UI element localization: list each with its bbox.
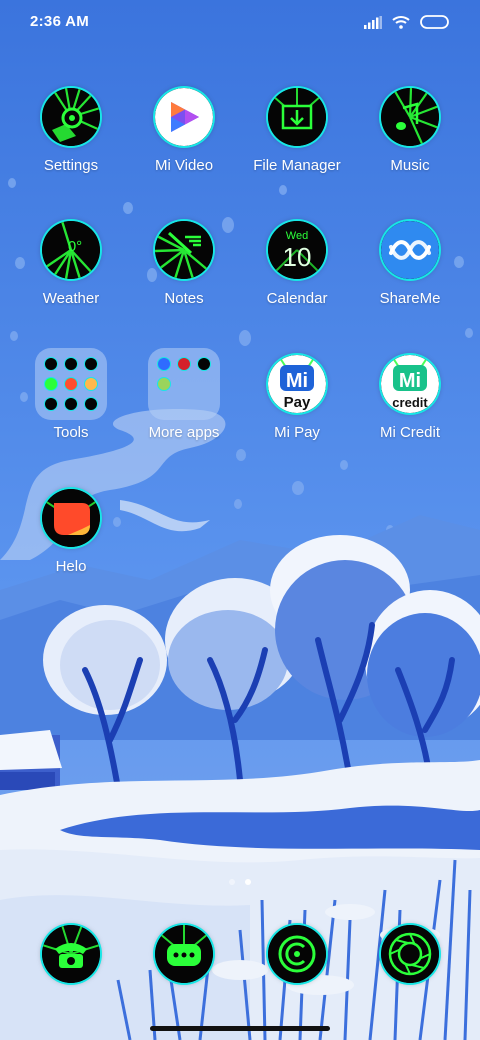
app-helo[interactable]: Helo: [11, 489, 131, 599]
mini-app-icon: [158, 378, 170, 390]
app-music[interactable]: Music: [350, 88, 470, 198]
app-label: Mi Credit: [379, 424, 440, 441]
app-label: Mi Pay: [274, 424, 320, 441]
app-notes[interactable]: Notes: [124, 221, 244, 331]
mini-app-icon: [65, 358, 77, 370]
wifi-icon: [392, 16, 410, 29]
app-label: Mi Video: [154, 157, 214, 174]
mini-app-icon: [178, 358, 190, 370]
battery-icon: [420, 15, 449, 29]
mi-credit-icon: Mi credit: [381, 355, 439, 413]
weather-icon: 0°: [42, 221, 100, 279]
mini-app-icon: [45, 398, 57, 410]
signal-icon: [364, 15, 382, 29]
app-mi-video[interactable]: Mi Video: [124, 88, 244, 198]
app-mi-credit[interactable]: Mi credit Mi Credit: [350, 355, 470, 465]
mini-app-icon: [85, 378, 97, 390]
notes-icon: [155, 221, 213, 279]
app-shareme[interactable]: ShareMe: [350, 221, 470, 331]
folder-icon: [35, 348, 107, 420]
app-calendar[interactable]: Wed 10 Calendar: [237, 221, 357, 331]
app-settings[interactable]: Settings: [11, 88, 131, 198]
mini-app-icon: [158, 358, 170, 370]
app-label: More apps: [148, 424, 220, 441]
calendar-icon: Wed 10: [268, 221, 326, 279]
status-time: 2:36 AM: [30, 13, 90, 30]
mi-pay-mark: Mi: [286, 370, 308, 392]
app-label: Music: [390, 157, 430, 174]
mini-app-icon: [45, 378, 57, 390]
phone-icon: [42, 925, 100, 983]
calendar-day: Wed: [286, 230, 308, 242]
app-label: File Manager: [253, 157, 341, 174]
dock-camera[interactable]: [350, 925, 470, 985]
app-label: ShareMe: [379, 290, 441, 307]
folder-more-apps[interactable]: More apps: [124, 348, 244, 465]
folder-tools[interactable]: Tools: [11, 348, 131, 465]
file-manager-icon: [268, 88, 326, 146]
status-icons: [364, 12, 450, 32]
mini-app-icon: [45, 358, 57, 370]
mini-app-icon: [198, 358, 210, 370]
home-indicator[interactable]: [150, 1026, 330, 1031]
app-label: Helo: [55, 558, 87, 575]
app-label: Calendar: [266, 290, 328, 307]
page-indicator: [0, 877, 480, 887]
helo-icon: [42, 489, 100, 547]
status-bar: 2:36 AM: [0, 0, 480, 44]
folder-icon: [148, 348, 220, 420]
app-label: Tools: [53, 424, 89, 441]
mi-credit-word: credit: [392, 395, 428, 410]
dock-messages[interactable]: [124, 925, 244, 985]
app-label: Settings: [43, 157, 99, 174]
mi-pay-word: Pay: [284, 394, 311, 411]
app-weather[interactable]: 0° Weather: [11, 221, 131, 331]
mini-app-icon: [65, 378, 77, 390]
mini-app-icon: [65, 398, 77, 410]
mi-pay-icon: Mi Pay: [268, 355, 326, 413]
app-label: Weather: [42, 290, 100, 307]
app-mi-pay[interactable]: Mi Pay Mi Pay: [237, 355, 357, 465]
app-label: Notes: [164, 290, 204, 307]
mini-app-icon: [85, 358, 97, 370]
music-icon: [381, 88, 439, 146]
mi-credit-mark: Mi: [399, 370, 421, 392]
dock-phone[interactable]: [11, 925, 131, 985]
camera-icon: [381, 925, 439, 983]
page-dot-active[interactable]: [245, 879, 251, 885]
app-file-manager[interactable]: File Manager: [237, 88, 357, 198]
mi-video-icon: [155, 88, 213, 146]
dock-browser[interactable]: [237, 925, 357, 985]
calendar-date: 10: [283, 242, 312, 272]
mini-app-icon: [85, 398, 97, 410]
weather-value: 0°: [68, 238, 82, 255]
messages-icon: [155, 925, 213, 983]
shareme-icon: [381, 221, 439, 279]
browser-icon: [268, 925, 326, 983]
page-dot[interactable]: [229, 879, 235, 885]
settings-icon: [42, 88, 100, 146]
